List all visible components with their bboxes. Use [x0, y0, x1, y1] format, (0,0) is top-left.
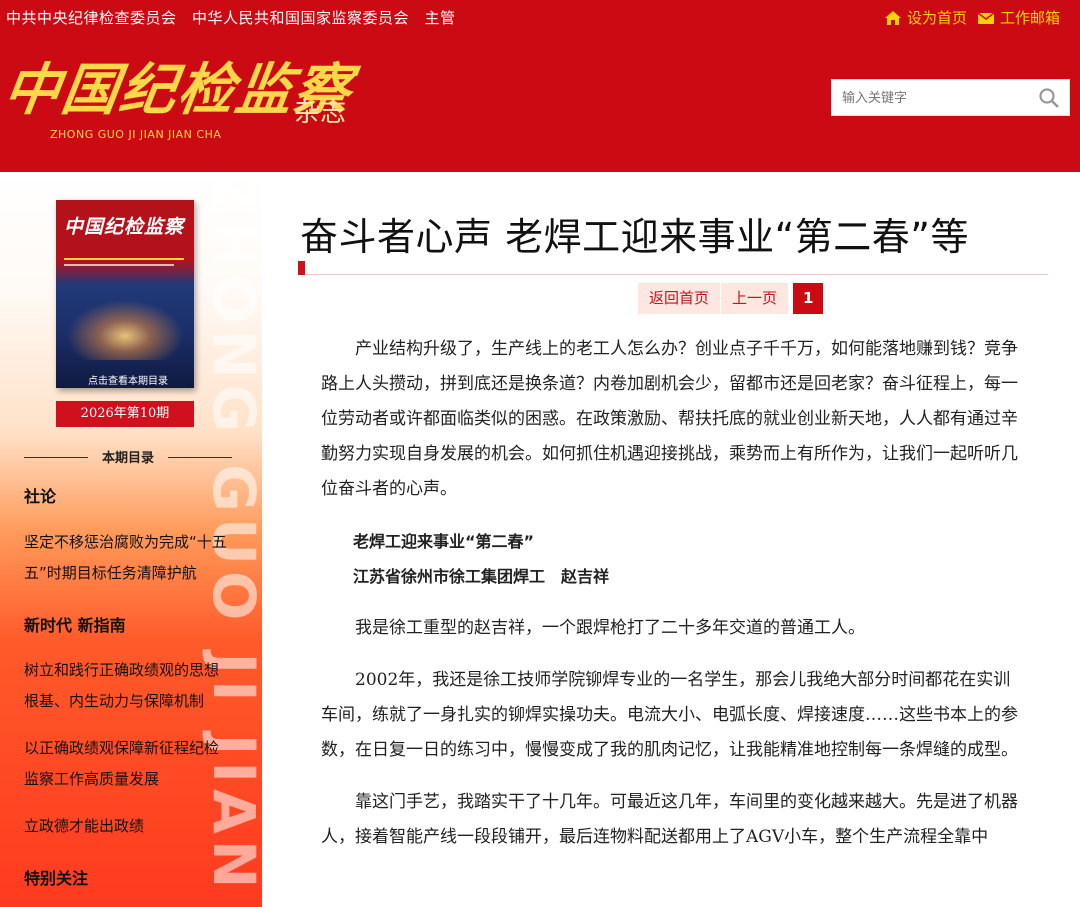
- magazine-cover[interactable]: 中国纪检监察 点击查看本期目录: [56, 200, 194, 388]
- current-page[interactable]: 1: [793, 283, 824, 314]
- logo-magazine-label: 杂志: [294, 98, 347, 128]
- pagination: 返回首页 上一页 1: [638, 283, 824, 314]
- cover-stripe: [64, 264, 174, 266]
- search-input[interactable]: [842, 88, 1032, 108]
- article-title: 奋斗者心声 老焊工迎来事业“第二春”等: [300, 215, 969, 259]
- toc-item[interactable]: 以正确政绩观保障新征程纪检监察工作高质量发展: [24, 733, 229, 795]
- top-links: 设为首页 工作邮箱: [884, 7, 1060, 28]
- back-home-button[interactable]: 返回首页: [638, 283, 721, 314]
- logo-pinyin: ZHONG GUO JI JIAN JIAN CHA: [50, 128, 222, 141]
- mail-icon: [977, 11, 995, 24]
- article-intro: 产业结构升级了，生产线上的老工人怎么办？创业点子千千万，如何能落地赚到钱？竞争路…: [321, 339, 1018, 499]
- supervisor-text: 中共中央纪律检查委员会 中华人民共和国国家监察委员会 主管: [6, 9, 456, 27]
- search-box: [831, 79, 1070, 116]
- divider: [168, 457, 232, 458]
- cover-stripe: [64, 258, 184, 260]
- article-author: 江苏省徐州市徐工集团焊工 赵吉祥: [353, 567, 610, 586]
- prev-page-button[interactable]: 上一页: [721, 283, 789, 314]
- toc-section: 社论: [24, 487, 57, 506]
- article-paragraph: 我是徐工重型的赵吉祥，一个跟焊枪打了二十多年交道的普通工人。: [355, 618, 865, 638]
- article-subtitle: 老焊工迎来事业“第二春”: [353, 532, 535, 551]
- issue-badge[interactable]: 2026年第10期: [56, 401, 194, 427]
- cover-caption: 点击查看本期目录: [88, 376, 168, 387]
- title-rule: [298, 261, 1048, 275]
- toc-heading: 本期目录: [24, 447, 232, 467]
- search-icon[interactable]: [1037, 86, 1061, 110]
- toc-section: 新时代 新指南: [24, 616, 126, 635]
- site-logo[interactable]: 中国纪检监察 ZHONG GUO JI JIAN JIAN CHA 杂志: [0, 57, 357, 142]
- rule-marker: [298, 261, 305, 275]
- toc-item[interactable]: 坚定不移惩治腐败为完成“十五五”时期目标任务清障护航: [24, 527, 229, 589]
- site-header: 中共中央纪律检查委员会 中华人民共和国国家监察委员会 主管 设为首页 工作邮箱 …: [0, 0, 1080, 172]
- work-mail-link[interactable]: 工作邮箱: [977, 7, 1060, 28]
- cover-image: [66, 300, 184, 360]
- home-icon: [884, 10, 901, 25]
- toc-item[interactable]: 树立和践行正确政绩观的思想根基、内生动力与保障机制: [24, 655, 229, 717]
- article-body: 产业结构升级了，生产线上的老工人怎么办？创业点子千千万，如何能落地赚到钱？竞争路…: [321, 332, 1021, 855]
- set-homepage-label: 设为首页: [906, 9, 967, 27]
- work-mail-label: 工作邮箱: [999, 9, 1060, 27]
- top-bar: 中共中央纪律检查委员会 中华人民共和国国家监察委员会 主管 设为首页 工作邮箱: [0, 0, 1080, 34]
- article-paragraph: 靠这门手艺，我踏实干了十几年。可最近这几年，车间里的变化越来越大。先是进了机器人…: [321, 792, 1018, 847]
- toc-section: 特别关注: [24, 869, 89, 888]
- sidebar: ZHONG GUO JI JIAN 中国纪检监察 点击查看本期目录 2026年第…: [0, 172, 262, 907]
- set-homepage-link[interactable]: 设为首页: [884, 7, 967, 28]
- cover-title: 中国纪检监察: [64, 216, 185, 238]
- rule-line: [305, 274, 1048, 275]
- article-paragraph: 2002年，我还是徐工技师学院铆焊专业的一名学生，那会儿我绝大部分时间都花在实训…: [321, 670, 1018, 760]
- toc-item[interactable]: 立政德才能出政绩: [24, 811, 229, 842]
